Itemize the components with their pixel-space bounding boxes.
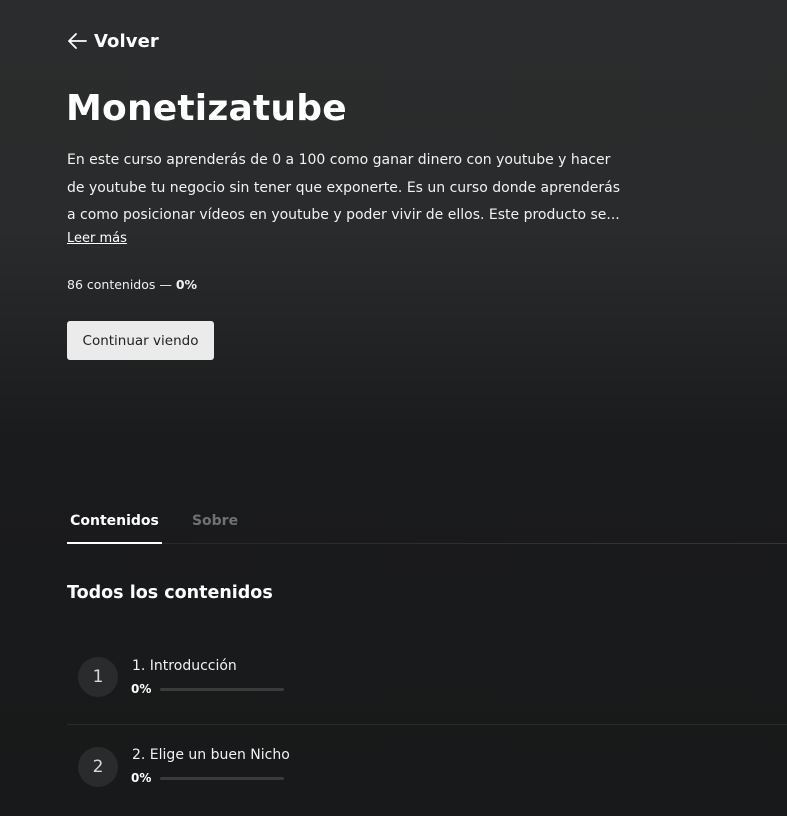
back-link[interactable]: Volver <box>66 28 159 54</box>
section-title: Todos los contenidos <box>67 583 273 603</box>
arrow-left-icon <box>66 32 88 50</box>
content-count: 86 contenidos <box>67 277 156 292</box>
tab-about[interactable]: Sobre <box>182 500 248 542</box>
course-description: En este curso aprenderás de 0 a 100 como… <box>67 152 621 223</box>
module-progress-bar <box>160 777 284 780</box>
tabs: Contenidos Sobre <box>0 500 787 544</box>
continue-watching-button[interactable]: Continuar viendo <box>67 321 214 360</box>
module-item[interactable]: 2 2. Elige un buen Nicho 0% <box>67 724 787 813</box>
course-title: Monetizatube <box>66 88 347 129</box>
course-meta: 86 contenidos — 0% <box>67 277 197 292</box>
module-title: 1. Introducción <box>132 658 237 674</box>
course-progress: 0% <box>175 277 198 292</box>
tab-contents[interactable]: Contenidos <box>67 500 162 544</box>
read-more-link[interactable]: Leer más <box>67 231 127 246</box>
module-number: 2 <box>78 747 118 787</box>
tabs-divider <box>67 543 787 544</box>
meta-separator: — <box>155 277 176 292</box>
module-progress-label: 0% <box>131 771 152 785</box>
module-progress-bar <box>160 688 284 691</box>
module-item[interactable]: 1 1. Introducción 0% <box>67 636 787 724</box>
module-title: 2. Elige un buen Nicho <box>132 747 290 763</box>
module-progress-label: 0% <box>131 682 152 696</box>
back-label: Volver <box>94 30 159 52</box>
module-number: 1 <box>78 657 118 697</box>
